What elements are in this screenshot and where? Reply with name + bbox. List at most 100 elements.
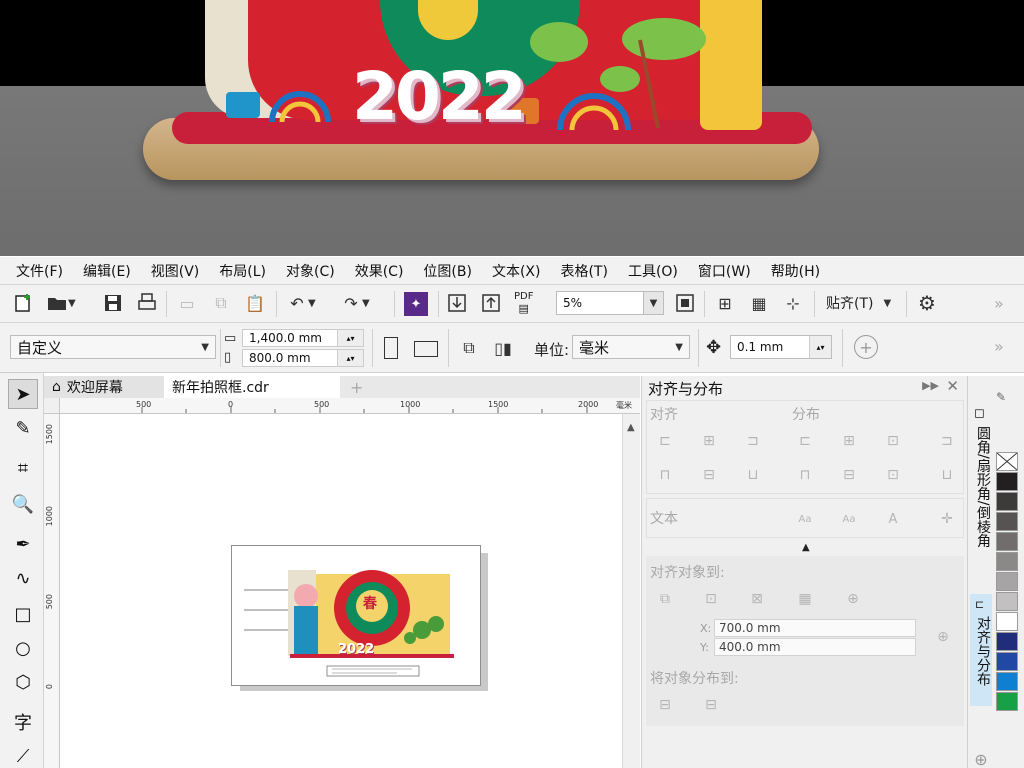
distribute-center-button[interactable]: ⊞ xyxy=(838,430,860,452)
print-button[interactable] xyxy=(136,292,158,314)
menu-text[interactable]: 文本(X) xyxy=(492,261,541,281)
add-docker-button[interactable]: ⊕ xyxy=(970,750,992,768)
eyedropper-icon[interactable]: ✎ xyxy=(996,390,1006,404)
spinner-icon[interactable]: ▴▾ xyxy=(337,330,363,346)
color-swatch[interactable] xyxy=(996,692,1018,711)
menu-layout[interactable]: 布局(L) xyxy=(219,261,266,281)
artwork-thumbnail[interactable] xyxy=(232,546,482,687)
save-button[interactable] xyxy=(102,292,124,314)
units-select[interactable]: 毫米 ▼ xyxy=(572,335,690,359)
distribute-top-button[interactable]: ⊓ xyxy=(794,464,816,486)
align-to-page-center-button[interactable]: ⊠ xyxy=(746,588,768,610)
color-swatch[interactable] xyxy=(996,492,1018,511)
pick-point-button[interactable]: ⊕ xyxy=(932,626,954,648)
text-bounding-button[interactable]: A xyxy=(882,508,904,530)
zoom-tool[interactable]: 🔍 xyxy=(8,489,38,519)
publish-pdf-button[interactable]: PDF ▤ xyxy=(514,291,533,315)
import-button[interactable] xyxy=(446,292,468,314)
ellipse-tool[interactable]: ○ xyxy=(8,633,38,663)
close-docker-button[interactable]: ✕ xyxy=(946,377,959,395)
all-pages-button[interactable]: ⧉ xyxy=(458,337,480,359)
pick-tool[interactable]: ➤ xyxy=(8,379,38,409)
open-button[interactable]: ▼ xyxy=(46,292,76,314)
redo-button[interactable]: ↷ ▼ xyxy=(340,292,369,314)
freehand-tool[interactable]: ✒ xyxy=(8,529,38,559)
no-color-swatch[interactable] xyxy=(996,452,1018,471)
menu-help[interactable]: 帮助(H) xyxy=(771,261,820,281)
add-preset-button[interactable]: + xyxy=(854,335,878,359)
page-height-input[interactable]: 800.0 mm ▴▾ xyxy=(242,349,364,367)
vertical-ruler[interactable]: 1500 1000 500 0 xyxy=(44,414,60,768)
align-to-grid-button[interactable]: ▦ xyxy=(794,588,816,610)
zoom-select[interactable]: 5% ▼ xyxy=(556,291,664,315)
vertical-scrollbar[interactable]: ▲ xyxy=(622,414,640,768)
current-page-button[interactable]: ▯▮ xyxy=(492,337,514,359)
scroll-up-icon[interactable]: ▲ xyxy=(627,422,635,433)
distribute-spacing-button[interactable]: ⊡ xyxy=(882,430,904,452)
color-swatch[interactable] xyxy=(996,672,1018,691)
menu-file[interactable]: 文件(F) xyxy=(16,261,63,281)
rectangle-tool[interactable]: □ xyxy=(8,599,38,629)
section-toggle[interactable]: ▲ xyxy=(802,542,810,553)
distribute-left-button[interactable]: ⊏ xyxy=(794,430,816,452)
distribute-middle-button[interactable]: ⊟ xyxy=(838,464,860,486)
x-coordinate-input[interactable]: 700.0 mm xyxy=(714,619,916,637)
show-guidelines-button[interactable]: ⊹ xyxy=(782,292,804,314)
landscape-button[interactable] xyxy=(414,341,438,357)
menu-object[interactable]: 对象(C) xyxy=(286,261,335,281)
horizontal-ruler[interactable]: 500 0 500 1000 1500 2000 毫米 xyxy=(60,398,640,414)
page-preset-select[interactable]: 自定义 ▼ xyxy=(10,335,216,359)
show-grid-button[interactable]: ▦ xyxy=(748,292,770,314)
spinner-icon[interactable]: ▴▾ xyxy=(337,350,363,366)
text-outline-button[interactable]: ✛ xyxy=(936,508,958,530)
menu-window[interactable]: 窗口(W) xyxy=(698,261,751,281)
align-center-v-button[interactable]: ⊟ xyxy=(698,464,720,486)
color-swatch[interactable] xyxy=(996,652,1018,671)
distribute-to-selection-button[interactable]: ⊟ xyxy=(654,694,676,716)
distribute-bottom-button[interactable]: ⊔ xyxy=(936,464,958,486)
align-top-button[interactable]: ⊓ xyxy=(654,464,676,486)
document-page[interactable]: 春 2022 xyxy=(231,545,481,686)
color-swatch[interactable] xyxy=(996,572,1018,591)
spinner-icon[interactable]: ▴▾ xyxy=(809,336,831,358)
menu-view[interactable]: 视图(V) xyxy=(151,261,200,281)
align-to-active-button[interactable]: ⧉ xyxy=(654,588,676,610)
menu-effects[interactable]: 效果(C) xyxy=(355,261,404,281)
paste-button[interactable]: 📋 xyxy=(244,292,266,314)
text-tool[interactable]: 字 xyxy=(8,707,38,737)
artistic-media-tool[interactable]: ∿ xyxy=(8,563,38,593)
align-to-page-edge-button[interactable]: ⊡ xyxy=(700,588,722,610)
align-to-point-button[interactable]: ⊕ xyxy=(842,588,864,610)
menu-tools[interactable]: 工具(O) xyxy=(628,261,678,281)
text-first-line-button[interactable]: Aa xyxy=(794,508,816,530)
text-last-line-button[interactable]: Aa xyxy=(838,508,860,530)
page-width-input[interactable]: 1,400.0 mm ▴▾ xyxy=(242,329,364,347)
portrait-button[interactable] xyxy=(384,337,398,359)
tab-align-docker[interactable]: ⊏ 对齐与分布 xyxy=(970,594,992,706)
tab-welcome[interactable]: ⌂ 欢迎屏幕 xyxy=(44,376,164,398)
y-coordinate-input[interactable]: 400.0 mm xyxy=(714,638,916,656)
color-swatch[interactable] xyxy=(996,512,1018,531)
align-center-h-button[interactable]: ⊞ xyxy=(698,430,720,452)
ruler-origin[interactable] xyxy=(44,398,60,414)
menu-table[interactable]: 表格(T) xyxy=(560,261,607,281)
menu-bitmaps[interactable]: 位图(B) xyxy=(423,261,472,281)
shape-tool[interactable]: ✎ xyxy=(8,413,38,443)
cut-button[interactable]: ▭ xyxy=(176,292,198,314)
align-bottom-button[interactable]: ⊔ xyxy=(742,464,764,486)
copy-button[interactable]: ⧉ xyxy=(210,292,232,314)
color-swatch[interactable] xyxy=(996,472,1018,491)
new-tab-button[interactable]: + xyxy=(342,376,366,398)
new-document-button[interactable] xyxy=(12,292,34,314)
distribute-vspacing-button[interactable]: ⊡ xyxy=(882,464,904,486)
color-swatch[interactable] xyxy=(996,552,1018,571)
snap-to-dropdown[interactable]: 贴齐(T) ▼ xyxy=(826,293,891,313)
distribute-right-button[interactable]: ⊐ xyxy=(936,430,958,452)
color-swatch[interactable] xyxy=(996,532,1018,551)
tab-document[interactable]: 新年拍照框.cdr xyxy=(164,376,340,398)
distribute-to-page-button[interactable]: ⊟ xyxy=(700,694,722,716)
toolbar-overflow-button[interactable]: » xyxy=(994,294,1004,313)
color-swatch[interactable] xyxy=(996,632,1018,651)
corel-connect-button[interactable]: ✦ xyxy=(404,292,428,316)
full-screen-button[interactable] xyxy=(674,292,696,314)
